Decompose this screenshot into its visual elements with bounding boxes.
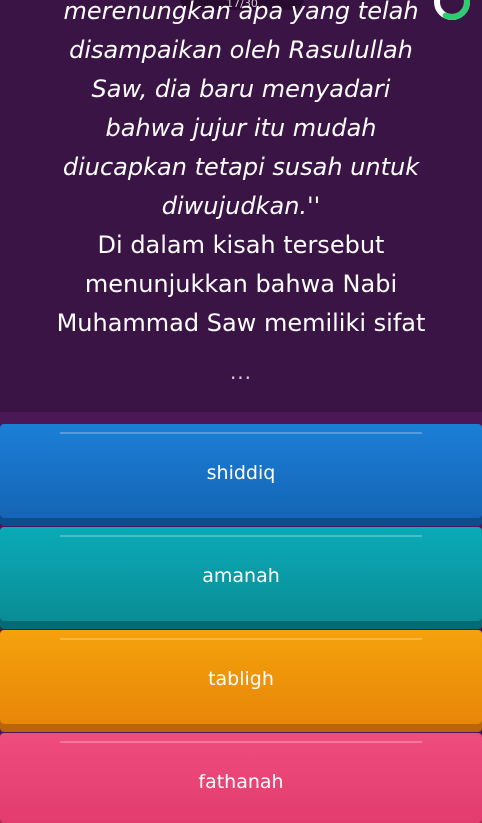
question-line: menunjukkan bahwa Nabi <box>84 270 398 298</box>
answer-label: fathanah <box>198 771 284 793</box>
option-highlight <box>60 638 422 640</box>
answer-option-tabligh[interactable]: tabligh <box>0 630 482 724</box>
option-highlight <box>60 535 422 537</box>
answer-option-shiddiq[interactable]: shiddiq <box>0 424 482 518</box>
question-line: bahwa jujur itu mudah <box>105 114 377 142</box>
question-line: Muhammad Saw memiliki sifat <box>56 309 426 337</box>
answer-label: tabligh <box>208 668 274 690</box>
question-card: 17/30 merenungkan apa yang telah disampa… <box>0 0 482 412</box>
question-line: Saw, dia baru menyadari <box>91 75 391 103</box>
question-text: merenungkan apa yang telah disampaikan o… <box>0 0 482 343</box>
question-line: disampaikan oleh Rasulullah <box>69 36 413 64</box>
answer-option-amanah[interactable]: amanah <box>0 527 482 621</box>
question-line: diucapkan tetapi susah untuk <box>62 153 420 181</box>
option-highlight <box>60 741 422 743</box>
option-highlight <box>60 432 422 434</box>
question-line: merenungkan apa yang telah <box>63 0 419 25</box>
question-line: diwujudkan.'' <box>161 192 321 220</box>
question-ellipsis: ... <box>229 360 253 384</box>
answer-option-fathanah[interactable]: fathanah <box>0 733 482 823</box>
question-line: Di dalam kisah tersebut <box>97 231 385 259</box>
answer-label: shiddiq <box>206 462 276 484</box>
answer-label: amanah <box>202 565 280 587</box>
answer-options: shiddiq amanah tabligh fathanah <box>0 412 482 823</box>
